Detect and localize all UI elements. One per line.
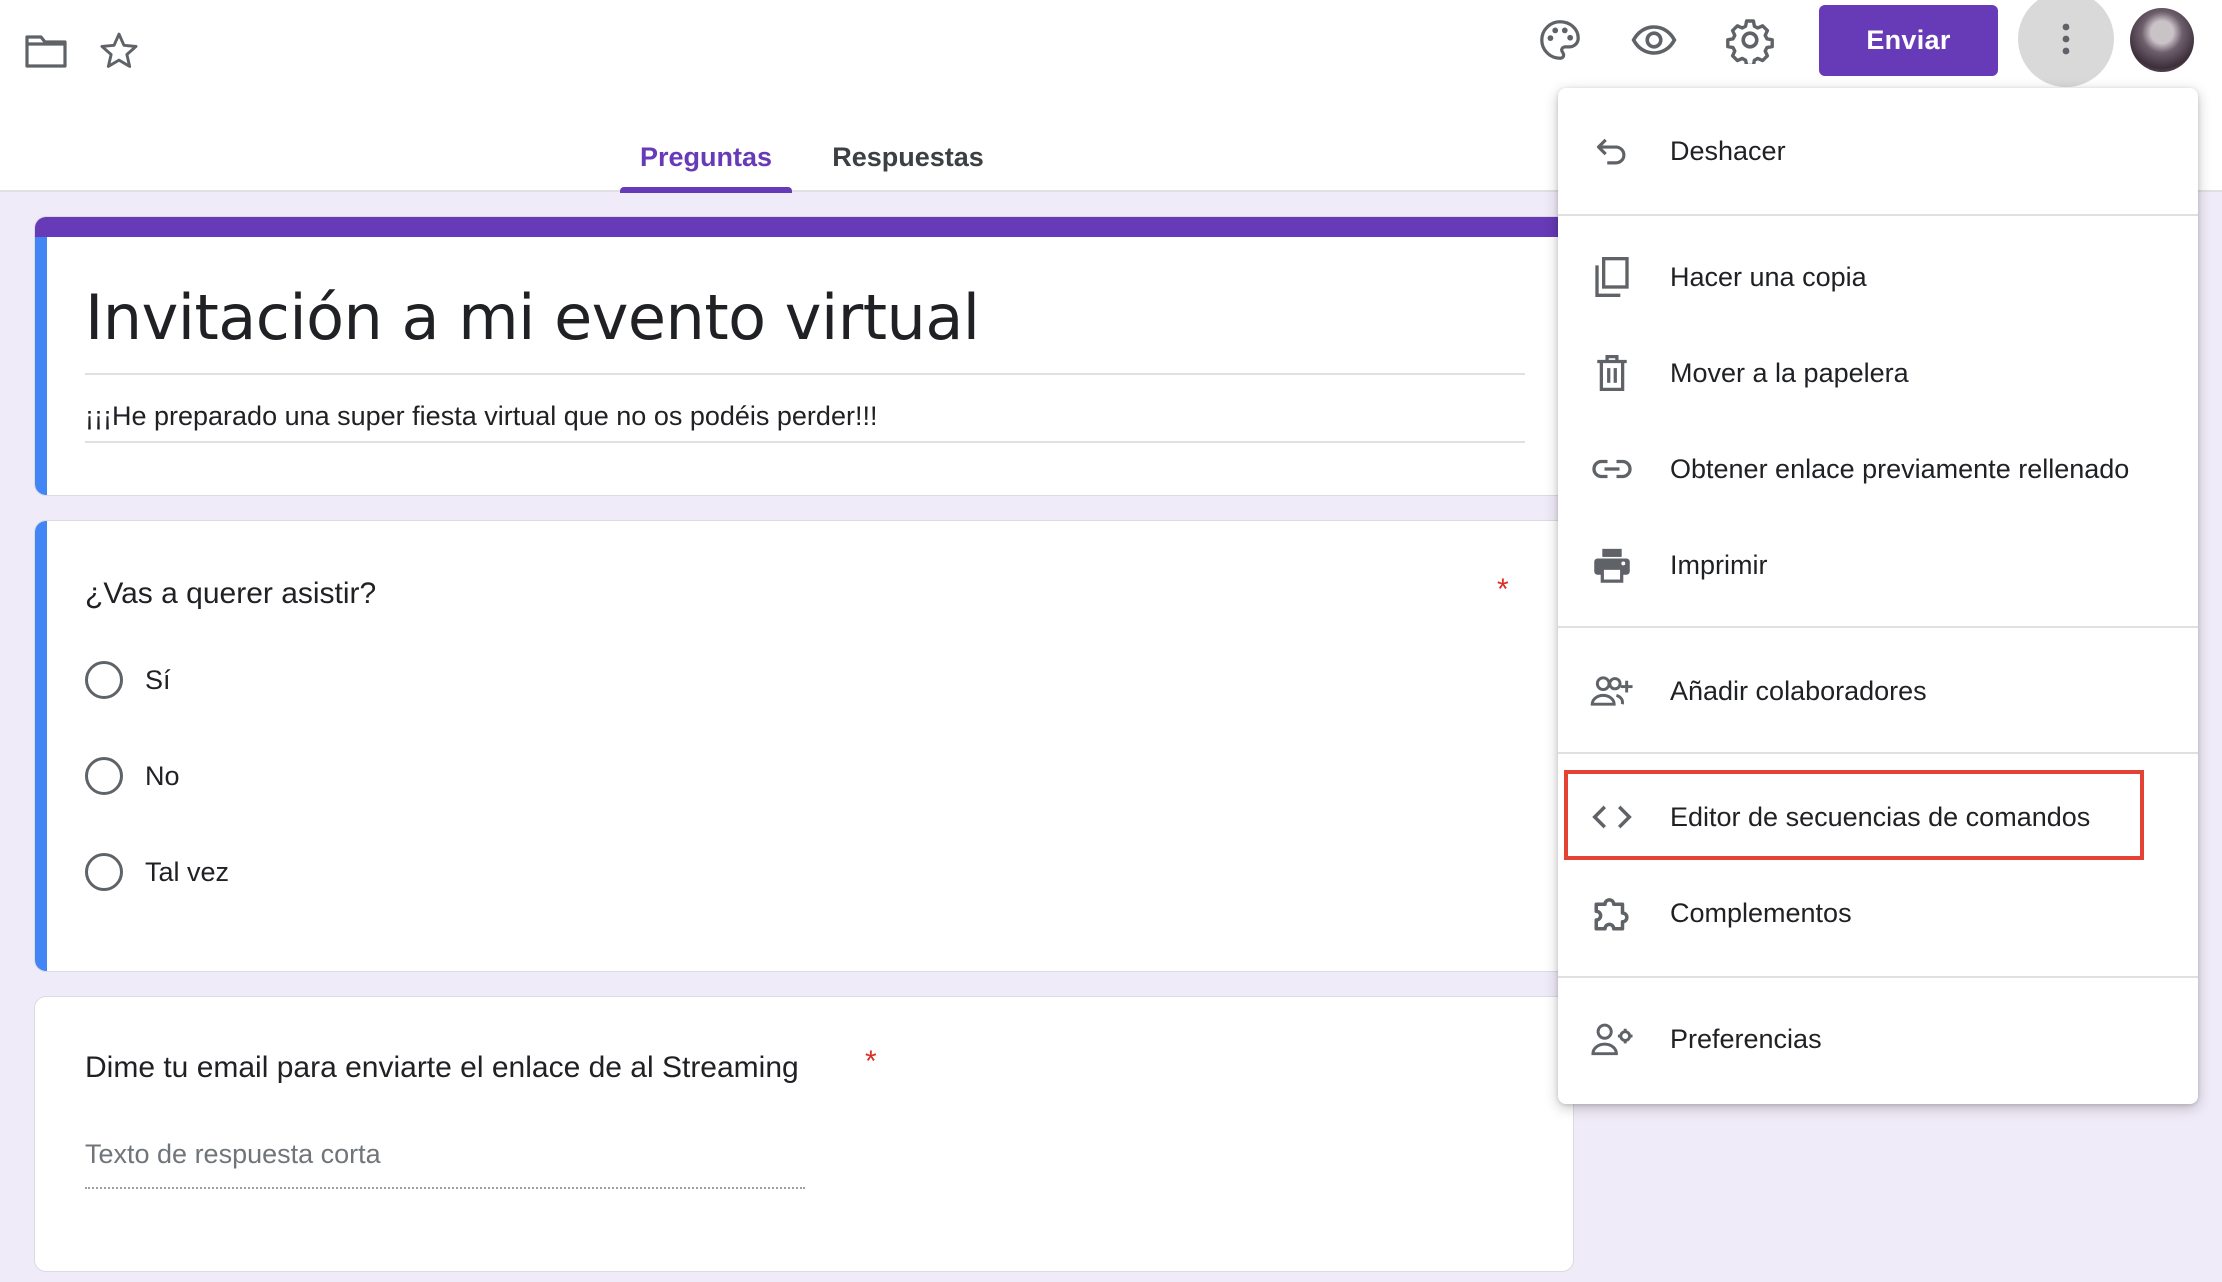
menu-item-undo[interactable]: Deshacer [1558, 108, 2198, 194]
menu-divider [1558, 976, 2198, 978]
option-label: No [145, 760, 180, 791]
more-vert-icon [2062, 23, 2070, 55]
radio-option[interactable]: Sí [85, 661, 171, 699]
menu-item-label: Imprimir [1670, 549, 1768, 580]
forms-editor-page: Enviar Preguntas Respuestas Invitación a… [0, 0, 2222, 1282]
menu-item-preferences[interactable]: Preferencias [1558, 996, 2198, 1082]
star-icon[interactable] [94, 26, 144, 76]
radio-button[interactable] [85, 661, 123, 699]
option-label: Tal vez [145, 856, 230, 887]
more-options-button[interactable] [2018, 0, 2114, 87]
eye-icon[interactable] [1628, 14, 1680, 66]
menu-item-move-to-trash[interactable]: Mover a la papelera [1558, 330, 2198, 416]
menu-item-label: Preferencias [1670, 1023, 1822, 1054]
trash-icon [1590, 351, 1634, 395]
puzzle-icon [1590, 891, 1634, 935]
menu-item-label: Añadir colaboradores [1670, 675, 1927, 706]
tab-respuestas[interactable]: Respuestas [810, 132, 1006, 192]
question-title: ¿Vas a querer asistir? [85, 577, 377, 610]
avatar[interactable] [2130, 8, 2194, 72]
menu-item-label: Mover a la papelera [1670, 357, 1909, 388]
form-description[interactable]: ¡¡¡He preparado una super fiesta virtual… [85, 401, 877, 432]
form-title-card: Invitación a mi evento virtual ¡¡¡He pre… [34, 216, 1574, 496]
folder-icon[interactable] [22, 26, 70, 74]
question-card[interactable]: Dime tu email para enviarte el enlace de… [34, 996, 1574, 1272]
menu-item-script-editor[interactable]: Editor de secuencias de comandos [1558, 774, 2198, 860]
menu-divider [1558, 626, 2198, 628]
description-underline [85, 441, 1525, 443]
more-options-menu: Deshacer Hacer una copia Mover a la pape… [1558, 88, 2198, 1104]
required-asterisk: * [1497, 573, 1509, 606]
form-title[interactable]: Invitación a mi evento virtual [85, 281, 980, 354]
gear-icon[interactable] [1724, 14, 1776, 66]
title-underline [85, 373, 1525, 375]
menu-divider [1558, 752, 2198, 754]
radio-option[interactable]: No [85, 757, 180, 795]
menu-item-add-collaborators[interactable]: Añadir colaboradores [1558, 648, 2198, 734]
radio-option[interactable]: Tal vez [85, 853, 229, 891]
menu-item-make-copy[interactable]: Hacer una copia [1558, 234, 2198, 320]
tab-preguntas[interactable]: Preguntas [620, 132, 792, 193]
short-answer-placeholder: Texto de respuesta corta [85, 1139, 381, 1169]
required-asterisk: * [865, 1045, 877, 1078]
short-answer-underline [85, 1187, 805, 1189]
option-label: Sí [145, 664, 171, 695]
question-title: Dime tu email para enviarte el enlace de… [85, 1051, 799, 1084]
code-icon [1590, 795, 1634, 839]
menu-item-label: Deshacer [1670, 135, 1786, 166]
menu-item-label: Obtener enlace previamente rellenado [1670, 453, 2130, 484]
menu-item-label: Hacer una copia [1670, 261, 1867, 292]
radio-button[interactable] [85, 853, 123, 891]
menu-item-prefilled-link[interactable]: Obtener enlace previamente rellenado [1558, 426, 2198, 512]
radio-button[interactable] [85, 757, 123, 795]
palette-icon[interactable] [1534, 14, 1586, 66]
menu-item-label: Editor de secuencias de comandos [1670, 801, 2091, 832]
theme-strip [35, 217, 1573, 237]
focus-strip [35, 521, 47, 971]
menu-item-print[interactable]: Imprimir [1558, 522, 2198, 608]
question-card[interactable]: ¿Vas a querer asistir? * Sí No Tal vez [34, 520, 1574, 972]
link-icon [1590, 447, 1634, 491]
menu-item-label: Complementos [1670, 897, 1852, 928]
undo-icon [1590, 129, 1634, 173]
menu-item-add-ons[interactable]: Complementos [1558, 870, 2198, 956]
copy-icon [1590, 255, 1634, 299]
add-people-icon [1590, 669, 1634, 713]
focus-strip [35, 237, 47, 495]
print-icon [1590, 543, 1634, 587]
person-settings-icon [1590, 1017, 1634, 1061]
menu-divider [1558, 214, 2198, 216]
send-button[interactable]: Enviar [1819, 5, 1998, 76]
